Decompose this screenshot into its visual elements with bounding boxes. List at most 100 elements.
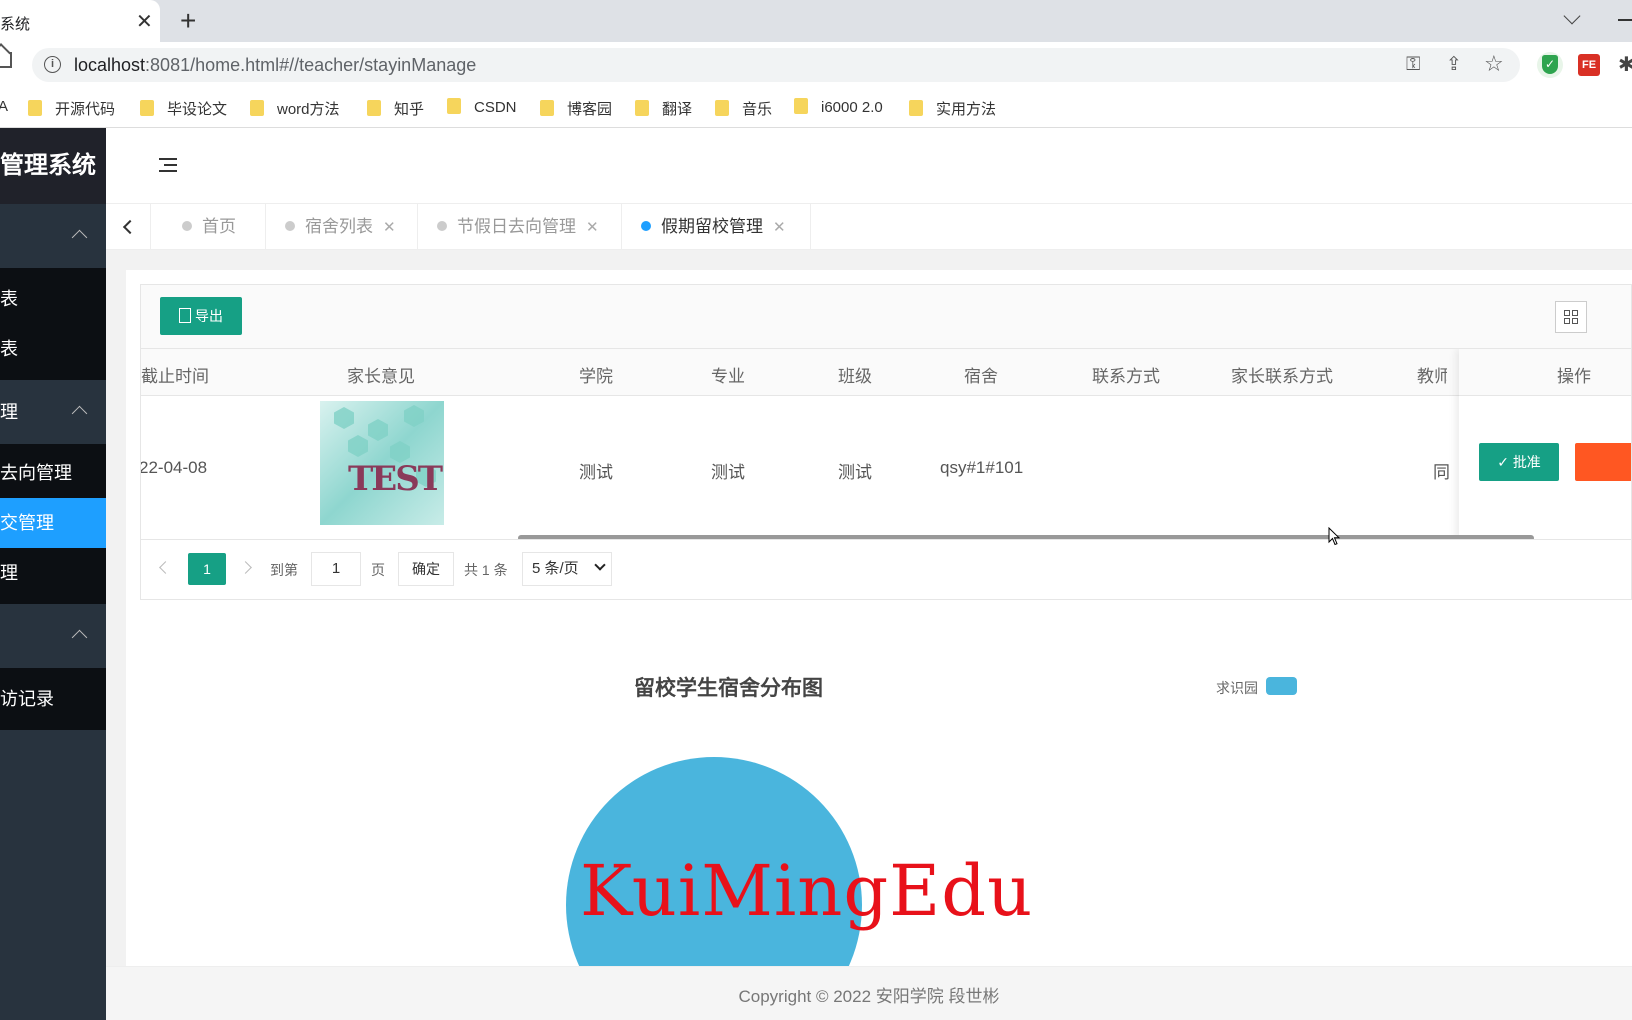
close-tab-icon[interactable]: ✕ (383, 219, 396, 236)
legend-swatch[interactable] (1266, 677, 1297, 695)
col-dorm: 宿舍 (964, 367, 998, 386)
sidebar-submenu: 访记录 (0, 668, 106, 730)
cell-deadline: 22-04-08 (140, 458, 208, 477)
minimize-icon[interactable] (1618, 19, 1632, 21)
table-header: 截止时间 家长意见 学院 专业 班级 宿舍 联系方式 家长联系方式 教师 (141, 349, 1631, 396)
tab-home[interactable]: 首页 (151, 204, 266, 250)
confirm-page-button[interactable]: 确定 (398, 552, 454, 586)
watermark-text: KuiMingEdu (580, 850, 1034, 932)
bookmark-item[interactable]: 音乐 (715, 98, 772, 119)
sidebar-submenu: 去向管理 交管理 理 (0, 444, 106, 604)
cell-teacher: 同 (1433, 463, 1450, 482)
sidebar-group-header[interactable]: 理 (0, 380, 106, 444)
tab-dot-icon (182, 221, 192, 231)
close-tab-icon[interactable]: ✕ (773, 219, 786, 236)
chevron-up-icon (71, 629, 88, 646)
app-logo: 管理系统 (0, 128, 106, 204)
approve-button[interactable]: ✓ 批准 (1479, 443, 1559, 481)
col-teacher: 教师 (1417, 367, 1447, 386)
sidebar-item[interactable]: 理 (0, 548, 106, 598)
browser-toolbar: i localhost:8081/home.html#//teacher/sta… (0, 42, 1632, 86)
bookmark-item[interactable]: CSDN (447, 98, 517, 116)
col-parent-contact: 家长联系方式 (1231, 367, 1333, 386)
folder-icon (794, 98, 808, 114)
col-class: 班级 (838, 367, 872, 386)
address-bar[interactable]: i localhost:8081/home.html#//teacher/sta… (32, 48, 1520, 82)
sidebar-submenu: 表 表 (0, 268, 106, 380)
url-host: localhost (74, 55, 146, 75)
chart-title: 留校学生宿舍分布图 (634, 677, 823, 700)
shield-extension-icon[interactable]: ✓ (1537, 52, 1563, 78)
sidebar-item-stay-management[interactable]: 交管理 (0, 498, 106, 548)
info-icon[interactable]: i (44, 56, 61, 73)
bookmark-item[interactable]: word方法 (250, 98, 340, 119)
tab-dorm-list[interactable]: 宿舍列表 ✕ (266, 204, 418, 250)
page-size-select[interactable]: 5 条/页 (522, 552, 612, 586)
col-major: 专业 (711, 367, 745, 386)
bookmark-item[interactable]: 知乎 (367, 98, 424, 119)
parent-opinion-image[interactable]: TEST (320, 401, 444, 525)
bookmark-item[interactable]: 实用方法 (909, 98, 996, 119)
sidebar-item[interactable]: 表 (0, 274, 106, 324)
tab-holiday-whereabouts[interactable]: 节假日去向管理 ✕ (418, 204, 622, 250)
app-header (106, 128, 1632, 204)
folder-icon (909, 100, 923, 116)
close-tab-icon[interactable]: ✕ (586, 219, 599, 236)
chevron-down-icon[interactable] (1563, 7, 1581, 25)
fe-extension-icon[interactable]: FE (1578, 54, 1600, 76)
bookmark-item[interactable]: 毕设论文 (140, 98, 227, 119)
star-icon[interactable]: ☆ (1484, 51, 1504, 77)
bookmark-item[interactable]: 开源代码 (28, 98, 115, 119)
next-page-icon[interactable] (239, 561, 252, 574)
tabs-prev-button[interactable] (106, 204, 151, 250)
page-number-input[interactable]: 1 (311, 552, 361, 586)
folder-icon (447, 98, 461, 114)
action-column: 操作 ✓ 批准 (1459, 349, 1631, 539)
url-text[interactable]: localhost:8081/home.html#//teacher/stayi… (74, 55, 476, 76)
key-icon[interactable]: ⚿ (1406, 54, 1420, 76)
tab-dot-icon (285, 221, 295, 231)
cell-college: 测试 (579, 463, 613, 482)
sidebar-item[interactable]: 表 (0, 324, 106, 374)
sidebar-group-header[interactable] (0, 204, 106, 268)
current-page[interactable]: 1 (188, 553, 226, 585)
folder-icon (635, 100, 649, 116)
prev-page-icon[interactable] (159, 561, 172, 574)
sidebar-group-header[interactable] (0, 604, 106, 668)
tab-dot-icon (641, 221, 651, 231)
goto-label: 到第 (270, 562, 298, 578)
puzzle-icon[interactable]: ✱ (1618, 52, 1632, 77)
cell-major: 测试 (711, 463, 745, 482)
browser-tab[interactable]: 系统 ✕ (0, 0, 160, 42)
check-icon: ✓ (1497, 454, 1513, 470)
menu-toggle-icon[interactable] (159, 158, 177, 172)
col-college: 学院 (579, 367, 613, 386)
reject-button[interactable] (1575, 443, 1631, 481)
sidebar: 管理系统 表 表 理 去向管理 交管理 理 访记录 (0, 128, 106, 1020)
sidebar-item-visit-records[interactable]: 访记录 (0, 674, 106, 724)
page-tabs: 首页 宿舍列表 ✕ 节假日去向管理 ✕ 假期留校管理 ✕ (106, 204, 1632, 250)
share-icon[interactable]: ⇪ (1446, 53, 1462, 76)
table-toolbar: 导出 (140, 284, 1632, 348)
new-tab-button[interactable]: + (180, 5, 196, 37)
col-actions: 操作 (1557, 367, 1591, 386)
home-icon-base[interactable] (0, 52, 12, 68)
bookmark-item[interactable]: 翻译 (635, 98, 692, 119)
tab-stay-management[interactable]: 假期留校管理 ✕ (622, 204, 811, 250)
chevron-up-icon (71, 229, 88, 246)
col-contact: 联系方式 (1092, 367, 1160, 386)
col-deadline: 截止时间 (141, 367, 209, 386)
close-icon[interactable]: ✕ (136, 9, 153, 34)
pagination: 1 到第 1 页 确定 共 1 条 5 条/页 (140, 540, 1632, 600)
bookmark-item[interactable]: 博客园 (540, 98, 612, 119)
url-path: :8081/home.html#//teacher/stayinManage (145, 55, 477, 75)
chevron-left-icon (122, 219, 138, 235)
columns-filter-icon[interactable] (1555, 301, 1587, 333)
bookmark-item[interactable]: i6000 2.0 (794, 98, 883, 116)
footer: Copyright © 2022 安阳学院 段世彬 (106, 966, 1632, 1020)
export-button[interactable]: 导出 (160, 297, 242, 335)
bookmark-item[interactable]: A (0, 98, 8, 115)
folder-icon (250, 100, 264, 116)
sidebar-item-leave-management[interactable]: 去向管理 (0, 448, 106, 498)
browser-tab-title: 系统 (0, 16, 31, 33)
